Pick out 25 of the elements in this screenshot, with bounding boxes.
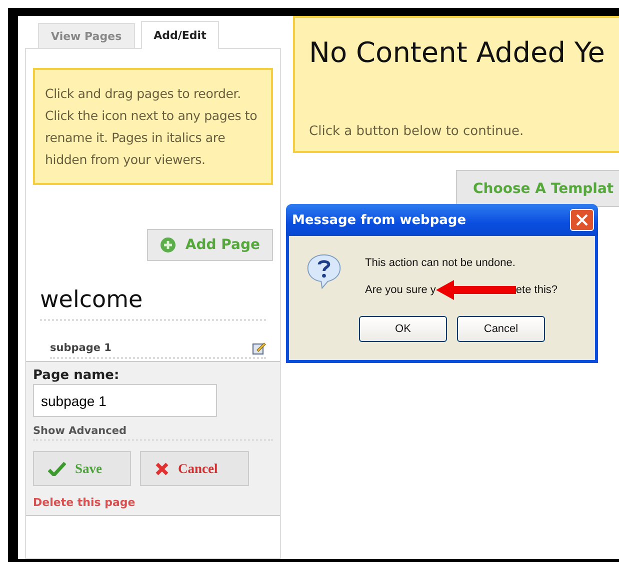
show-advanced-link[interactable]: Show Advanced: [33, 425, 273, 441]
dialog-cancel-button[interactable]: Cancel: [457, 316, 545, 342]
checkmark-icon: [48, 462, 66, 476]
cancel-button[interactable]: Cancel: [140, 451, 249, 486]
tab[interactable]: Add/Edit: [140, 21, 220, 49]
subpage-item[interactable]: subpage 1: [50, 342, 112, 354]
help-note: Click and drag pages to reorder. Click the icon next to any pages to rename it. Pages in italics are hidden from your viewers.: [33, 68, 274, 185]
delete-page-link[interactable]: Delete this page: [33, 496, 136, 509]
field-label: Page name:: [33, 368, 120, 383]
dialog-title: Message from webpage: [292, 212, 466, 228]
content-title: No Content Added Ye: [309, 36, 605, 69]
close-button[interactable]: [570, 209, 594, 231]
dialog-message: This action can not be undone.: [365, 257, 516, 269]
page-name-field[interactable]: subpage 1: [33, 384, 217, 417]
arrow-icon: [436, 280, 516, 300]
close-icon: [155, 462, 169, 476]
plus-icon: [160, 237, 176, 253]
dialog-question-start: Are you sure y: [365, 284, 436, 296]
dialog-question-end: ete this?: [516, 284, 558, 296]
ok-button[interactable]: OK: [359, 316, 447, 342]
close-icon: [576, 214, 588, 226]
content-hint: Click a button below to continue.: [309, 124, 525, 139]
question-icon: [305, 252, 343, 290]
page-item[interactable]: welcome: [40, 287, 143, 313]
pencil-icon[interactable]: [252, 341, 266, 355]
